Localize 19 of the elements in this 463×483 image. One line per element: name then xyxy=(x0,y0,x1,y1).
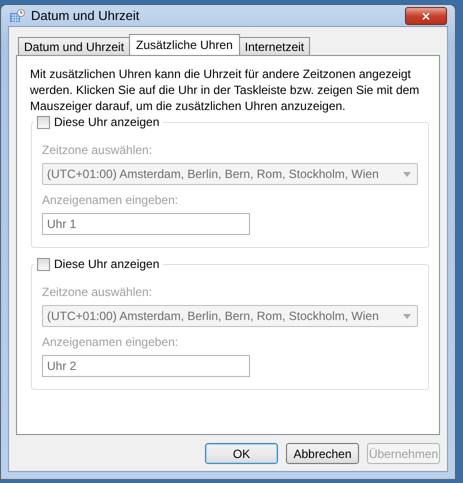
tab[interactable]: Internetzeit xyxy=(238,37,310,55)
window-title: Datum und Uhrzeit xyxy=(31,8,140,23)
show-clock-checkbox[interactable]: Diese Uhr anzeigen xyxy=(34,115,164,129)
description-text: Mit zusätzlichen Uhren kann die Uhrzeit für andere Zeitzonen angezeigt werden. Klicken Sie auf die Uhr in der Taskleiste bzw. zeigen Sie mit dem Mauszeiger darauf, um die zusätzlichen Uhren anzuzeigen. xyxy=(30,66,420,114)
timezone-dropdown[interactable]: (UTC+01:00) Amsterdam, Berlin, Bern, Rom, Stockholm, Wien xyxy=(42,163,418,185)
close-button[interactable]: × xyxy=(405,6,447,24)
display-name-label: Anzeigenamen eingeben: xyxy=(42,335,180,349)
show-clock-checkbox[interactable]: Diese Uhr anzeigen xyxy=(34,257,164,271)
timezone-label: Zeitzone auswählen: xyxy=(42,285,154,299)
caret-icon xyxy=(403,314,411,318)
dialog-button[interactable]: Abbrechen xyxy=(286,443,359,464)
tab[interactable]: Datum und Uhrzeit xyxy=(18,37,130,55)
caret-icon xyxy=(403,172,411,176)
display-name-label: Anzeigenamen eingeben: xyxy=(42,193,180,207)
dialog-button[interactable]: OK xyxy=(205,443,278,464)
timezone-dropdown[interactable]: (UTC+01:00) Amsterdam, Berlin, Bern, Rom, Stockholm, Wien xyxy=(42,305,418,327)
calendar-clock-icon xyxy=(9,8,25,22)
tab[interactable]: Zusätzliche Uhren xyxy=(129,34,240,55)
timezone-label: Zeitzone auswählen: xyxy=(42,143,154,157)
